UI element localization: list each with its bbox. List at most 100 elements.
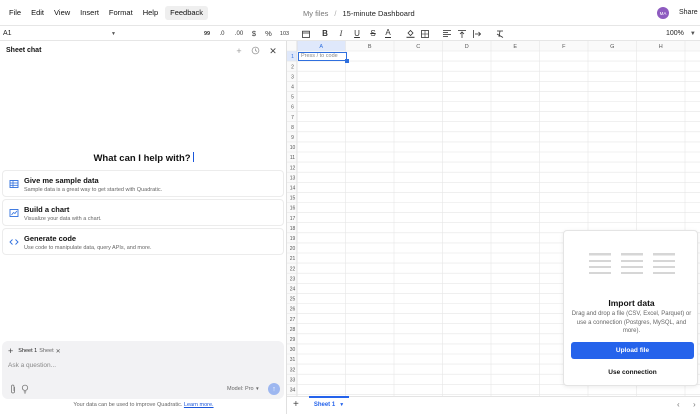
formatting-toolbar: A1 ▼ 99 .0 .00 $ % 103 B I U S A 100% ▼ xyxy=(0,26,700,41)
suggestion-generate-code[interactable]: Generate code Use code to manipulate dat… xyxy=(2,228,284,255)
chevron-right-icon[interactable]: › xyxy=(693,397,696,413)
strikethrough-button[interactable]: S xyxy=(367,26,379,41)
import-title: Import data xyxy=(608,298,655,308)
suggestion-sample-data[interactable]: Give me sample data Sample data is a gre… xyxy=(2,170,284,197)
menu-format[interactable]: Format xyxy=(104,0,138,26)
row-header-21: 21 xyxy=(290,256,296,262)
bold-button[interactable]: B xyxy=(319,26,331,41)
row-header-32: 32 xyxy=(290,367,296,373)
align-button[interactable] xyxy=(441,26,453,41)
context-chips: + Sheet 1 Sheet ✕ xyxy=(8,346,61,356)
column-header-A: A xyxy=(319,44,323,50)
text-wrap-button[interactable] xyxy=(471,26,483,41)
date-format-button[interactable] xyxy=(300,26,312,41)
row-header-16: 16 xyxy=(290,206,296,212)
underline-button[interactable]: U xyxy=(351,26,363,41)
menu-view[interactable]: View xyxy=(49,0,75,26)
row-header-25: 25 xyxy=(290,297,296,303)
row-header-22: 22 xyxy=(290,266,296,272)
percent-button[interactable]: % xyxy=(263,26,274,41)
chevron-left-icon[interactable]: ‹ xyxy=(677,397,680,413)
ask-question-input[interactable] xyxy=(8,362,258,369)
zoom-select[interactable]: 100% ▼ xyxy=(666,26,696,41)
cell-placeholder: Press / to code xyxy=(301,53,338,59)
send-button[interactable]: ↑ xyxy=(268,383,280,395)
column-header-bar xyxy=(287,41,700,51)
upload-file-button[interactable]: Upload file xyxy=(571,342,694,359)
row-header-10: 10 xyxy=(290,145,296,151)
row-header-31: 31 xyxy=(290,357,296,363)
currency-button[interactable]: $ xyxy=(249,26,259,41)
context-chip-sub: Sheet xyxy=(39,348,54,354)
add-sheet-button[interactable]: + xyxy=(293,397,299,413)
paperclip-icon[interactable] xyxy=(9,384,17,394)
notice-text: Your data can be used to improve Quadrat… xyxy=(73,402,183,408)
menu-edit[interactable]: Edit xyxy=(26,0,49,26)
menu-help[interactable]: Help xyxy=(138,0,163,26)
breadcrumb-my-files[interactable]: My files xyxy=(303,9,328,18)
spreadsheet-illustration-icon xyxy=(589,253,675,274)
row-header-12: 12 xyxy=(290,165,296,171)
decrease-decimals-button[interactable]: .0 xyxy=(216,26,228,41)
paint-bucket-icon xyxy=(406,29,414,38)
text-cursor xyxy=(192,152,194,162)
file-name[interactable]: 15-minute Dashboard xyxy=(343,9,415,18)
menu-file[interactable]: File xyxy=(4,0,26,26)
row-header-3: 3 xyxy=(291,74,294,80)
vertical-align-button[interactable] xyxy=(456,26,468,41)
row-header-4: 4 xyxy=(291,85,294,91)
borders-button[interactable] xyxy=(419,26,431,41)
lightbulb-icon[interactable] xyxy=(21,384,29,394)
row-header-9: 9 xyxy=(291,135,294,141)
column-header-E: E xyxy=(513,44,517,50)
new-chat-icon[interactable]: + xyxy=(234,46,244,56)
chevron-down-icon: ▼ xyxy=(255,386,260,391)
fill-handle[interactable] xyxy=(345,59,349,63)
menu-insert[interactable]: Insert xyxy=(75,0,104,26)
context-chip-label[interactable]: Sheet 1 xyxy=(18,348,37,354)
suggestion-description: Sample data is a great way to get starte… xyxy=(24,187,163,193)
active-cell-editor[interactable]: Press / to code xyxy=(298,52,349,63)
scientific-button[interactable]: 103 xyxy=(278,26,291,41)
fill-color-button[interactable] xyxy=(404,26,416,41)
bold-icon: B xyxy=(322,29,328,38)
chat-composer: + Sheet 1 Sheet ✕ Model: Pro ▼ ↑ xyxy=(2,341,284,399)
suggestion-build-chart[interactable]: Build a chart Visualize your data with a… xyxy=(2,199,284,226)
suggestion-description: Use code to manipulate data, query APIs,… xyxy=(24,245,152,251)
chevron-down-icon: ▼ xyxy=(111,30,116,37)
text-color-button[interactable]: A xyxy=(382,26,394,41)
learn-more-link[interactable]: Learn more. xyxy=(184,402,214,408)
history-icon[interactable] xyxy=(250,46,260,56)
close-icon[interactable]: ✕ xyxy=(268,46,278,56)
row-header-27: 27 xyxy=(290,317,296,323)
cell-reference-input[interactable]: A1 ▼ xyxy=(3,26,118,41)
sheet-tab-label: Sheet 1 xyxy=(313,402,336,408)
column-header-B: B xyxy=(368,44,372,50)
tab-sheet-1[interactable]: Sheet 1 ▼ xyxy=(309,396,349,412)
import-description: Drag and drop a file (CSV, Excel, Parque… xyxy=(571,311,692,334)
currency-icon: $ xyxy=(251,29,257,38)
column-header-C: C xyxy=(416,44,420,50)
row-header-13: 13 xyxy=(290,175,296,181)
row-header-29: 29 xyxy=(290,337,296,343)
share-button[interactable]: Share xyxy=(679,0,698,26)
row-header-19: 19 xyxy=(290,236,296,242)
italic-button[interactable]: I xyxy=(335,26,347,41)
use-connection-button[interactable]: Use connection xyxy=(571,364,694,381)
increase-decimals-button[interactable]: .00 xyxy=(232,26,246,41)
row-header-17: 17 xyxy=(290,216,296,222)
clear-format-icon xyxy=(496,30,504,38)
table-icon xyxy=(9,180,19,188)
avatar[interactable]: MA xyxy=(657,7,669,19)
row-header-34: 34 xyxy=(290,388,296,394)
zoom-value: 100% xyxy=(666,30,684,37)
row-header-15: 15 xyxy=(290,196,296,202)
add-context-icon[interactable]: + xyxy=(8,346,13,356)
menu-list: File Edit View Insert Format Help Feedba… xyxy=(4,0,209,26)
number-format-button[interactable]: 99 xyxy=(201,26,213,41)
model-selector[interactable]: Model: Pro ▼ xyxy=(227,386,260,392)
decimal-format-icon: 99 xyxy=(203,30,211,37)
menu-feedback[interactable]: Feedback xyxy=(165,6,209,20)
remove-context-icon[interactable]: ✕ xyxy=(56,348,61,355)
clear-formatting-button[interactable] xyxy=(494,26,506,41)
